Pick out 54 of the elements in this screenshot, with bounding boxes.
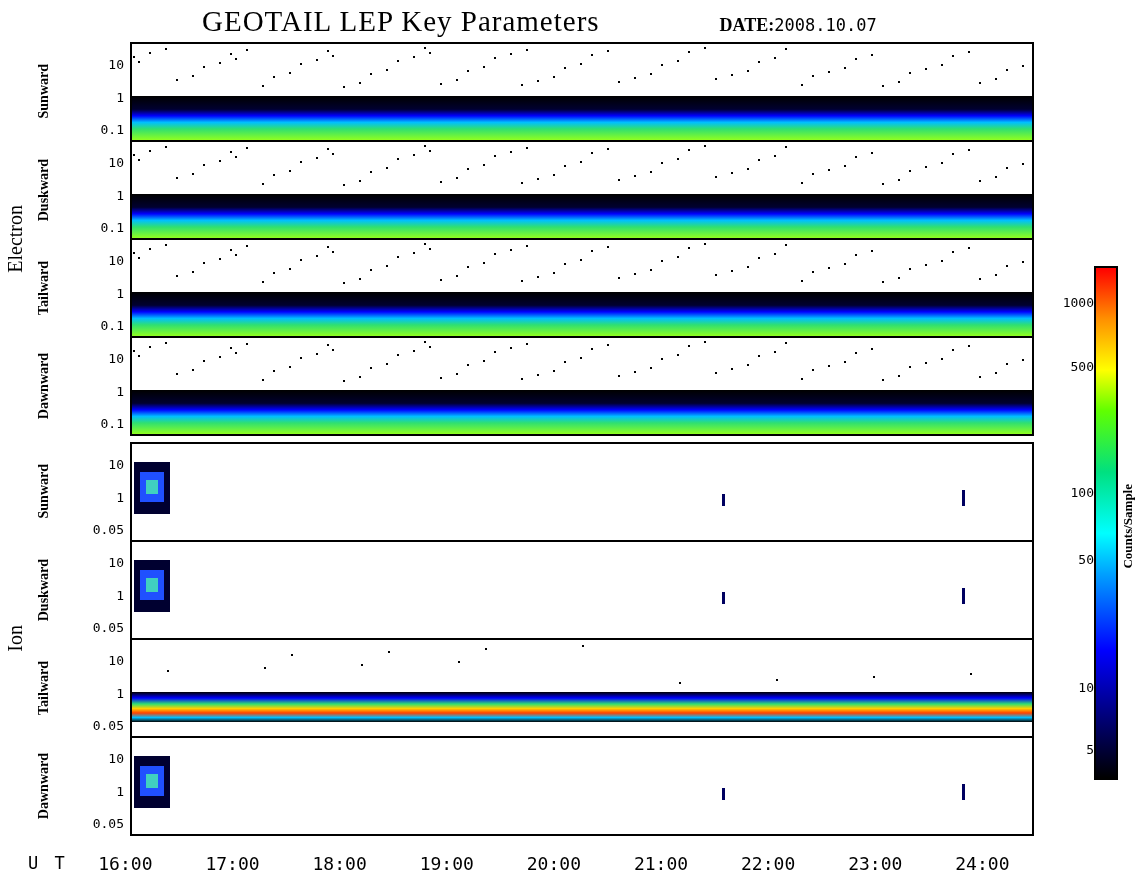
y-tick-label: 10: [108, 350, 124, 366]
y-tick-label: 1: [116, 685, 124, 701]
x-tick-label: 17:00: [204, 852, 261, 874]
y-tick-label: 0.05: [92, 521, 124, 537]
x-tick-label: 18:00: [311, 852, 368, 874]
y-tick-label: 1: [116, 783, 124, 799]
y-tick-label: 1: [116, 383, 124, 399]
colorbar-tick-label: 5: [1086, 741, 1094, 757]
date-label: DATE:: [719, 14, 775, 36]
x-axis-label: U T: [28, 853, 66, 874]
x-tick-label: 20:00: [525, 852, 582, 874]
y-tick-label: 1: [116, 285, 124, 301]
y-tick-label: 0.1: [100, 219, 124, 235]
direction-label: Dawnward: [36, 752, 52, 819]
y-tick-label: 10: [108, 652, 124, 668]
y-tick-label: 1: [116, 587, 124, 603]
direction-label: Duskward: [36, 158, 52, 221]
y-tick-label: 0.1: [100, 415, 124, 431]
y-tick-label: 0.05: [92, 717, 124, 733]
y-tick-label: 0.05: [92, 619, 124, 635]
y-tick-label: 0.05: [92, 815, 124, 831]
y-tick-label: 0.1: [100, 121, 124, 137]
y-tick-label: 10: [108, 154, 124, 170]
direction-label: Tailward: [36, 260, 52, 315]
direction-label: Sunward: [36, 464, 52, 519]
y-tick-label: 10: [108, 750, 124, 766]
date-value: 2008.10.07: [774, 14, 877, 36]
x-tick-label: 16:00: [97, 852, 154, 874]
colorbar-label: Counts/Sample: [1120, 483, 1136, 569]
colorbar-tick-label: 50: [1078, 551, 1094, 567]
x-tick-label: 19:00: [418, 852, 475, 874]
x-tick-label: 22:00: [740, 852, 797, 874]
direction-label: Sunward: [36, 64, 52, 119]
colorbar-tick-label: 1000: [1062, 294, 1094, 310]
x-tick-label: 21:00: [632, 852, 690, 874]
chart-title: GEOTAIL LEP Key Parameters: [202, 4, 600, 38]
y-tick-label: 1: [116, 489, 124, 505]
group-label: Ion: [3, 625, 27, 652]
y-tick-label: 10: [108, 554, 124, 570]
y-tick-label: 1: [116, 89, 124, 105]
group-label: Electron: [3, 204, 27, 273]
y-tick-label: 0.1: [100, 317, 124, 333]
colorbar-tick-label: 500: [1070, 358, 1094, 374]
x-tick-label: 24:00: [954, 852, 1011, 874]
colorbar-tick-label: 10: [1078, 679, 1094, 695]
y-tick-label: 1: [116, 187, 124, 203]
y-tick-label: 10: [108, 456, 124, 472]
y-tick-label: 10: [108, 252, 124, 268]
colorbar-tick-label: 100: [1070, 484, 1094, 500]
direction-label: Duskward: [36, 558, 52, 621]
direction-label: Dawnward: [36, 352, 52, 419]
y-tick-label: 10: [108, 56, 124, 72]
direction-label: Tailward: [36, 660, 52, 715]
x-tick-label: 23:00: [847, 852, 904, 874]
